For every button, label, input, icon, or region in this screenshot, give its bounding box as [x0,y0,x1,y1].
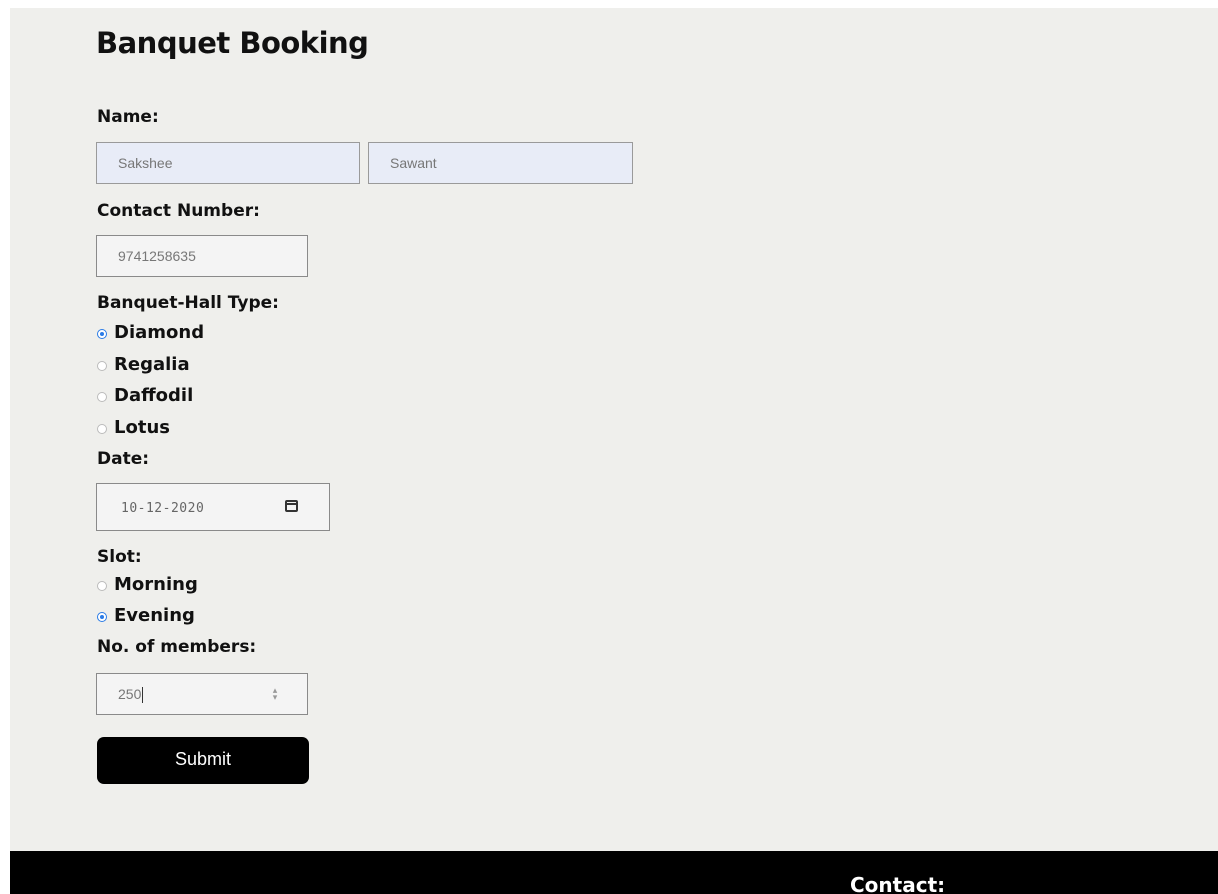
members-input[interactable]: 250 ▴ ▾ [96,673,308,715]
date-value: 10-12-2020 [121,501,205,516]
radio-button-evening[interactable] [97,611,107,622]
slot-label: Slot: [97,547,142,567]
text-cursor [142,687,144,704]
hall-option-label: Daffodil [114,385,194,406]
radio-button-diamond[interactable] [97,328,107,339]
first-name-input[interactable]: Sakshee [96,142,360,184]
hall-option-diamond[interactable]: Diamond [97,322,204,343]
hall-option-daffodil[interactable]: Daffodil [97,385,193,406]
name-label: Name: [97,107,159,127]
last-name-input[interactable]: Sawant [368,142,633,184]
footer-contact-heading: Contact: [850,873,946,894]
date-input[interactable]: 10-12-2020 [96,483,330,531]
hall-option-regalia[interactable]: Regalia [97,354,190,375]
hall-type-label: Banquet-Hall Type: [97,293,279,313]
radio-button-lotus[interactable] [97,423,107,434]
slot-option-morning[interactable]: Morning [97,574,198,595]
contact-number-input[interactable]: 9741258635 [96,235,308,277]
date-label: Date: [97,449,150,469]
footer: Contact: [10,851,1218,894]
hall-option-label: Lotus [114,417,170,438]
radio-button-daffodil[interactable] [97,391,107,402]
hall-option-label: Diamond [114,322,205,343]
spinner-icon[interactable]: ▴ ▾ [272,686,278,702]
slot-option-label: Evening [114,605,195,626]
slot-option-evening[interactable]: Evening [97,605,195,626]
page-title: Banquet Booking [96,26,369,60]
hall-option-label: Regalia [114,354,190,375]
slot-option-label: Morning [114,574,198,595]
submit-button[interactable]: Submit [97,737,309,784]
members-label: No. of members: [97,637,257,657]
radio-button-regalia[interactable] [97,360,107,371]
contact-number-label: Contact Number: [97,201,260,221]
hall-option-lotus[interactable]: Lotus [97,417,170,438]
radio-button-morning[interactable] [97,580,107,591]
calendar-icon[interactable] [285,500,298,512]
members-value: 250 [118,686,142,702]
booking-page: Banquet Booking Name: Sakshee Sawant Con… [10,8,1218,851]
